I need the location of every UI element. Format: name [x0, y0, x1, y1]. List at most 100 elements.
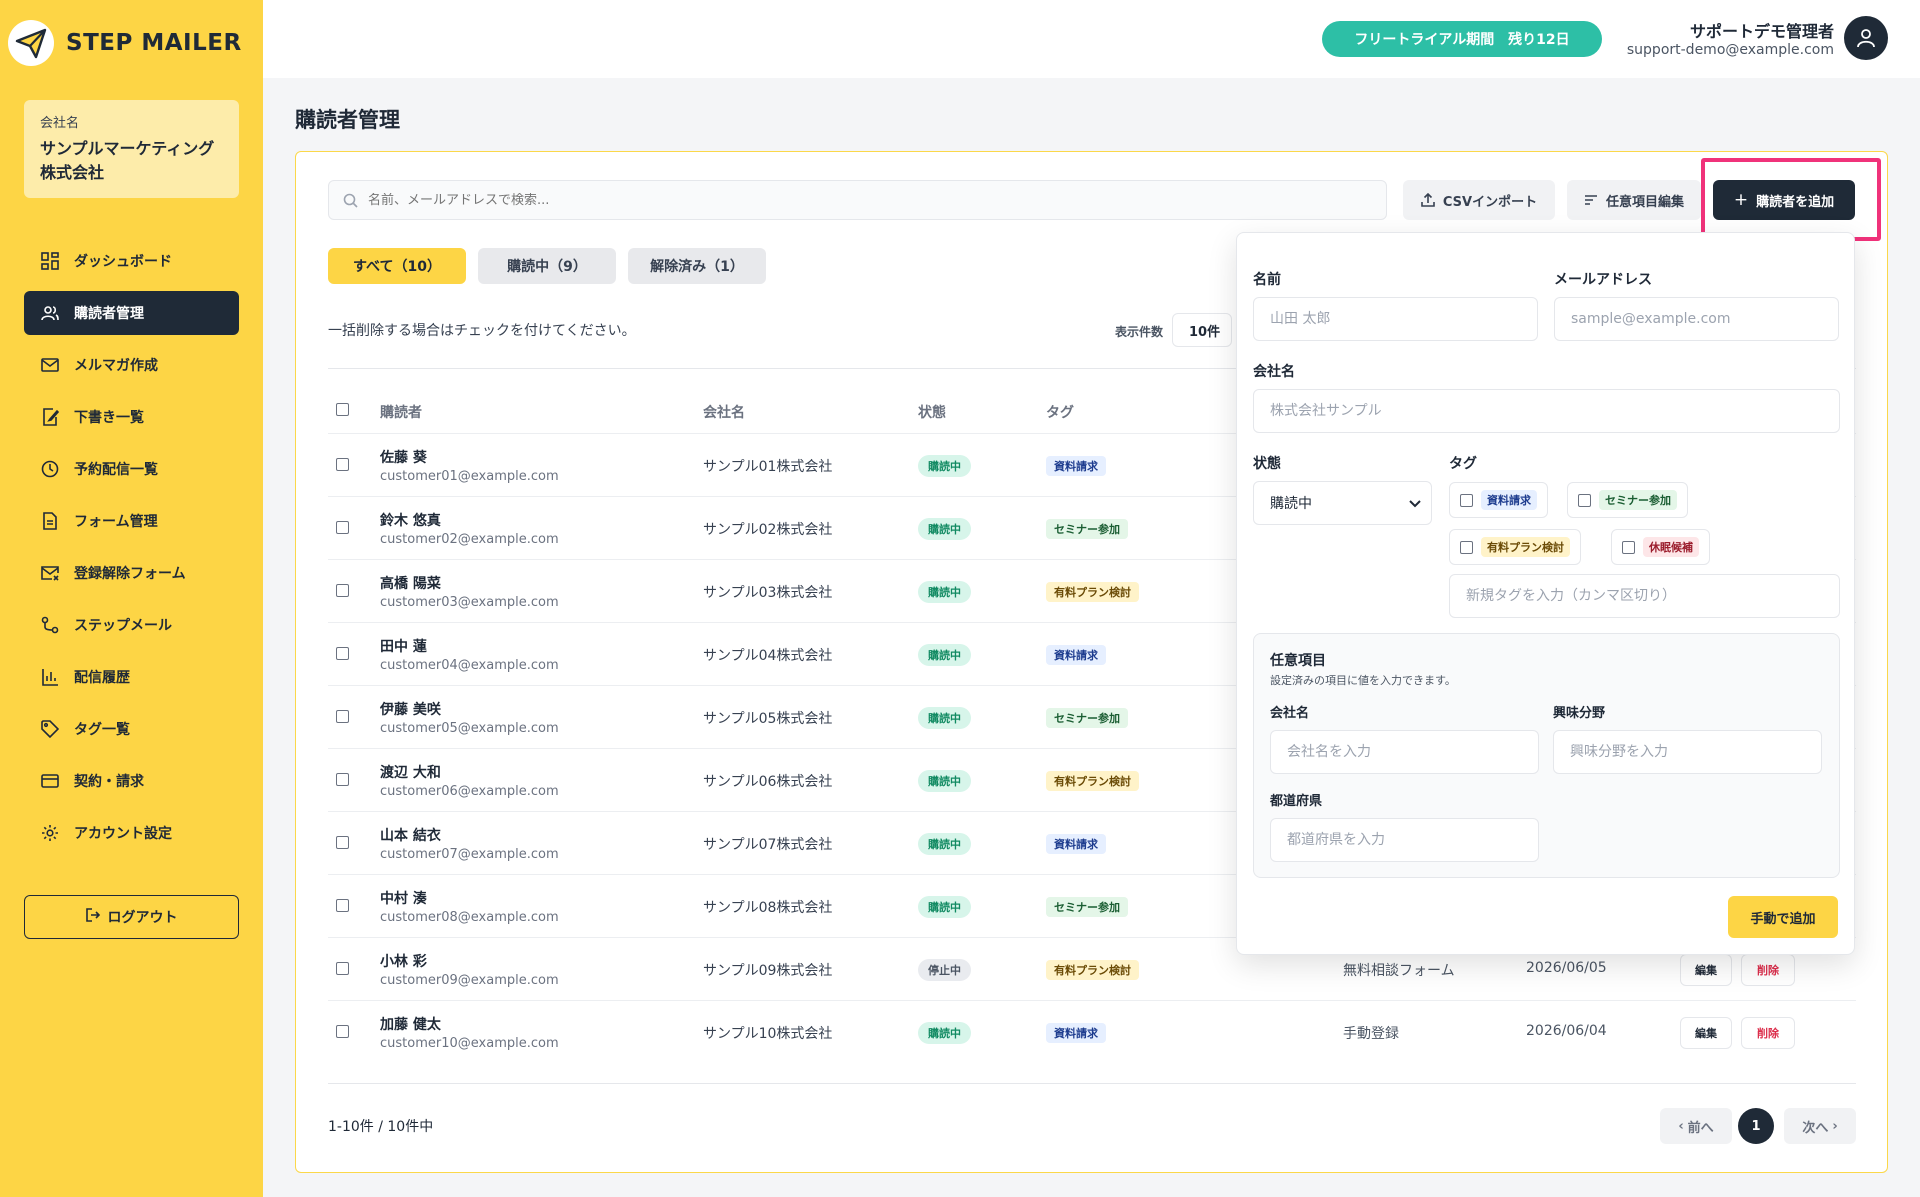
- csv-import-button[interactable]: CSVインポート: [1403, 180, 1555, 220]
- company-name-line1: サンプルマーケティング: [40, 139, 215, 158]
- subscriber-company: サンプル05株式会社: [703, 711, 833, 727]
- edit-button[interactable]: 編集: [1680, 954, 1732, 986]
- per-page-label: 表示件数: [1115, 325, 1164, 339]
- custom-fields-button[interactable]: 任意項目編集: [1567, 180, 1701, 220]
- new-tag-input[interactable]: [1449, 574, 1840, 618]
- paper-plane-icon: [8, 20, 54, 66]
- sidebar-item-settings[interactable]: アカウント設定: [24, 811, 239, 855]
- row-checkbox[interactable]: [336, 962, 349, 975]
- sidebar-item-history[interactable]: 配信履歴: [24, 655, 239, 699]
- tab-unsubscribed[interactable]: 解除済み（1）: [628, 248, 766, 284]
- list-edit-icon: [1584, 195, 1597, 205]
- status-badge: 購読中: [918, 770, 971, 792]
- sidebar-item-label: ダッシュボード: [74, 254, 172, 270]
- sidebar-item-unsubscribe-form[interactable]: 登録解除フォーム: [24, 551, 239, 595]
- avatar[interactable]: [1844, 16, 1888, 60]
- sidebar-item-scheduled[interactable]: 予約配信一覧: [24, 447, 239, 491]
- tab-subscribed[interactable]: 購読中（9）: [478, 248, 616, 284]
- row-checkbox[interactable]: [336, 836, 349, 849]
- trial-badge: フリートライアル期間 残り12日: [1322, 21, 1602, 57]
- tag-checkbox[interactable]: [1460, 493, 1473, 507]
- tag-option[interactable]: 資料請求: [1449, 482, 1548, 518]
- name-input[interactable]: [1253, 297, 1538, 341]
- row-checkbox[interactable]: [336, 647, 349, 660]
- sidebar-item-label: 登録解除フォーム: [74, 566, 186, 582]
- row-checkbox[interactable]: [336, 521, 349, 534]
- row-checkbox[interactable]: [336, 710, 349, 723]
- manual-add-button[interactable]: 手動で追加: [1728, 896, 1838, 938]
- sidebar-item-billing[interactable]: 契約・請求: [24, 759, 239, 803]
- tag-option[interactable]: 休眠候補: [1611, 529, 1710, 565]
- delete-button[interactable]: 削除: [1741, 954, 1795, 986]
- email-input[interactable]: [1554, 297, 1839, 341]
- subscriber-name: 田中 蓮: [380, 639, 427, 655]
- subscriber-source: 手動登録: [1343, 1026, 1399, 1042]
- edit-button[interactable]: 編集: [1680, 1017, 1732, 1049]
- next-page-button[interactable]: 次へ ›: [1784, 1108, 1856, 1144]
- logo[interactable]: STEP MAILER: [8, 20, 242, 66]
- row-checkbox[interactable]: [336, 458, 349, 471]
- sidebar-item-subscribers[interactable]: 購読者管理: [24, 291, 239, 335]
- sidebar-item-label: フォーム管理: [74, 514, 158, 530]
- sidebar-item-label: メルマガ作成: [74, 358, 158, 374]
- tag-badge: 有料プラン検討: [1046, 771, 1139, 791]
- sidebar-item-label: 配信履歴: [74, 670, 130, 686]
- tag-checkbox[interactable]: [1622, 540, 1635, 554]
- tab-all[interactable]: すべて（10）: [328, 248, 466, 284]
- subscriber-company: サンプル04株式会社: [703, 648, 833, 664]
- status-select[interactable]: 購読中: [1253, 481, 1432, 525]
- sidebar-item-tags[interactable]: タグ一覧: [24, 707, 239, 751]
- tag-checkbox[interactable]: [1460, 540, 1473, 554]
- sidebar-item-drafts[interactable]: 下書き一覧: [24, 395, 239, 439]
- interest-input[interactable]: [1553, 730, 1822, 774]
- chevron-right-icon: ›: [1832, 1118, 1838, 1134]
- prefecture-input[interactable]: [1270, 818, 1539, 862]
- email-label: メールアドレス: [1554, 272, 1652, 288]
- next-label: 次へ: [1802, 1120, 1829, 1136]
- company-input[interactable]: [1253, 389, 1840, 433]
- page-number-current[interactable]: 1: [1738, 1108, 1774, 1144]
- sidebar-item-dashboard[interactable]: ダッシュボード: [24, 239, 239, 283]
- tag-icon: [40, 719, 60, 739]
- status-select-value: 購読中: [1270, 496, 1312, 512]
- sidebar-item-compose[interactable]: メルマガ作成: [24, 343, 239, 387]
- row-checkbox[interactable]: [336, 1025, 349, 1038]
- status-badge: 購読中: [918, 1022, 971, 1044]
- row-checkbox[interactable]: [336, 584, 349, 597]
- csv-import-label: CSVインポート: [1442, 194, 1538, 210]
- row-checkbox[interactable]: [336, 899, 349, 912]
- table-row[interactable]: 加藤 健太 customer10@example.com サンプル10株式会社 …: [328, 1000, 1856, 1063]
- custom-company-input[interactable]: [1270, 730, 1539, 774]
- clock-icon: [40, 459, 60, 479]
- search-input[interactable]: [368, 192, 1268, 208]
- upload-icon: [1421, 193, 1435, 207]
- per-page-select[interactable]: 10件: [1172, 313, 1232, 347]
- company-label: 会社名: [40, 116, 80, 131]
- search-icon: [343, 193, 358, 208]
- logout-button[interactable]: ログアウト: [24, 895, 239, 939]
- tag-option[interactable]: セミナー参加: [1567, 482, 1688, 518]
- subscriber-name: 伊藤 美咲: [380, 702, 441, 718]
- sidebar-item-forms[interactable]: フォーム管理: [24, 499, 239, 543]
- user-name: サポートデモ管理者: [1689, 22, 1834, 41]
- col-company: 会社名: [703, 405, 745, 421]
- subscriber-name: 高橋 陽菜: [380, 576, 441, 592]
- tag-option[interactable]: 有料プラン検討: [1449, 529, 1581, 565]
- prev-page-button[interactable]: ‹ 前へ: [1660, 1108, 1732, 1144]
- logo-text: STEP MAILER: [66, 30, 242, 56]
- delete-button[interactable]: 削除: [1741, 1017, 1795, 1049]
- tag-checkbox[interactable]: [1578, 493, 1591, 507]
- select-all-checkbox[interactable]: [336, 403, 349, 416]
- company-card: 会社名 サンプルマーケティング 株式会社: [24, 100, 239, 198]
- prefecture-label: 都道府県: [1270, 794, 1323, 809]
- chevron-down-icon: [1409, 500, 1421, 508]
- row-checkbox[interactable]: [336, 773, 349, 786]
- subscriber-email: customer02@example.com: [380, 532, 559, 547]
- subscriber-name: 鈴木 悠真: [380, 513, 441, 529]
- subscriber-name: 山本 結衣: [380, 828, 441, 844]
- tag-badge: セミナー参加: [1046, 519, 1128, 539]
- sidebar-item-label: 購読者管理: [74, 306, 144, 322]
- search-box[interactable]: [328, 180, 1387, 220]
- sidebar-item-step-mail[interactable]: ステップメール: [24, 603, 239, 647]
- highlight-box: [1701, 158, 1881, 241]
